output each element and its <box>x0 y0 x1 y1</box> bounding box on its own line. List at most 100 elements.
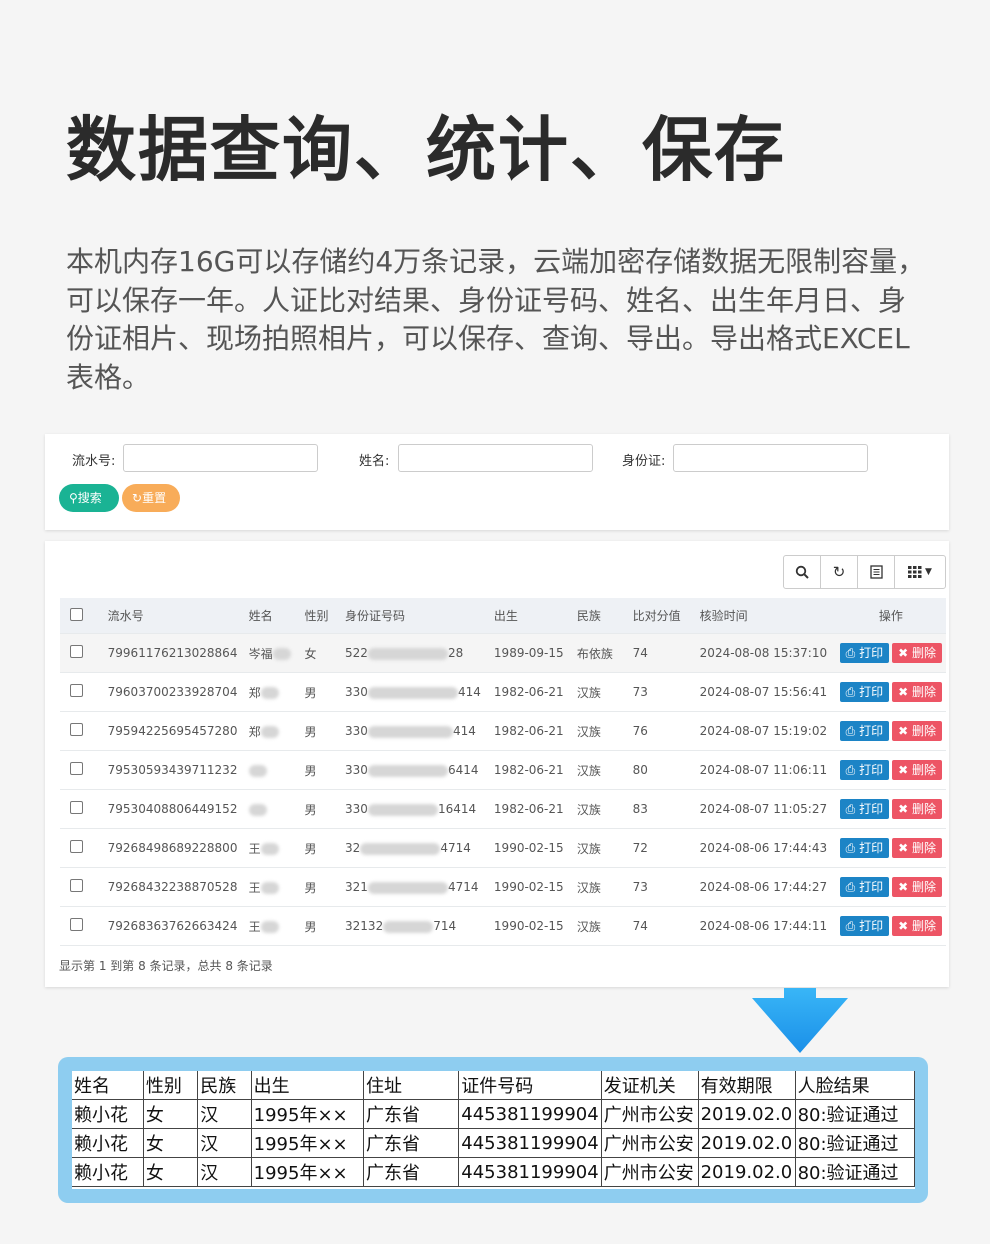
row-checkbox[interactable] <box>70 684 83 697</box>
col-score[interactable]: 比对分值 <box>628 598 696 634</box>
search-button[interactable]: ⚲搜索 <box>59 484 119 512</box>
row-checkbox[interactable] <box>70 723 83 736</box>
cell-score: 80 <box>628 750 696 790</box>
excel-row: 赖小花女汉 1995年×× 广东省 445381199904 广州市公安 2019.02.… <box>72 1157 915 1187</box>
cell-gender: 女 <box>300 633 342 673</box>
table-header-row: 流水号 姓名 性别 身份证号码 出生 民族 比对分值 核验时间 操作 <box>60 598 946 634</box>
col-id[interactable]: 身份证号码 <box>341 598 490 634</box>
redacted-mark <box>367 647 448 660</box>
delete-button[interactable]: ✖ 删除 <box>892 760 942 780</box>
col-name[interactable]: 姓名 <box>244 598 301 634</box>
col-time[interactable]: 核验时间 <box>695 598 836 634</box>
excel-cell: 广东省 <box>362 1157 460 1187</box>
excel-cell: 445381199904 <box>458 1099 602 1129</box>
excel-cell: 汉 <box>197 1157 252 1187</box>
serial-label: 流水号: <box>72 454 116 469</box>
cell-birth: 1982-06-21 <box>489 672 573 712</box>
print-button[interactable]: ⎙ 打印 <box>839 877 890 897</box>
col-gender[interactable]: 性别 <box>300 598 342 634</box>
cell-score: 76 <box>628 711 696 751</box>
grid-icon <box>908 566 922 578</box>
excel-sheet: 姓名 性别 民族 出生 住址 证件号码 发证机关 有效期限 人脸结果 赖小花女汉 1995年×× 广东… <box>72 1071 915 1189</box>
results-panel: ↻ ▼ 流水号 姓名 性别 身份证号码 出生 民族 比对分值 核验时间 操作 7… <box>45 541 949 987</box>
refresh-icon[interactable]: ↻ <box>821 556 858 588</box>
select-all-checkbox[interactable] <box>70 607 83 621</box>
delete-button[interactable]: ✖ 删除 <box>892 643 942 663</box>
row-checkbox[interactable] <box>70 840 83 853</box>
delete-button[interactable]: ✖ 删除 <box>892 877 942 897</box>
delete-button[interactable]: ✖ 删除 <box>892 682 942 702</box>
row-checkbox[interactable] <box>70 645 83 658</box>
cell-ethnic: 布依族 <box>572 633 629 673</box>
redacted-mark <box>367 725 453 738</box>
reset-button[interactable]: ↻重置 <box>122 484 180 512</box>
cell-serial: 79594225695457280 <box>103 711 245 751</box>
col-serial[interactable]: 流水号 <box>103 598 245 634</box>
print-button[interactable]: ⎙ 打印 <box>839 799 890 819</box>
close-icon: ✖ <box>898 802 912 816</box>
name-input[interactable] <box>398 444 593 472</box>
excel-header-cell: 性别 <box>142 1071 199 1100</box>
cell-score: 83 <box>628 789 696 829</box>
serial-input[interactable] <box>123 444 318 472</box>
excel-cell: 女 <box>142 1099 199 1129</box>
print-icon: ⎙ <box>845 724 860 738</box>
row-checkbox[interactable] <box>70 762 83 775</box>
cell-ethnic: 汉族 <box>572 789 629 829</box>
print-button[interactable]: ⎙ 打印 <box>839 682 890 702</box>
excel-cell: 广州市公安 <box>600 1157 699 1187</box>
row-checkbox[interactable] <box>70 801 83 814</box>
close-icon: ✖ <box>898 724 912 738</box>
print-button[interactable]: ⎙ 打印 <box>839 643 890 663</box>
cell-ethnic: 汉族 <box>572 828 629 868</box>
print-icon: ⎙ <box>845 841 860 855</box>
excel-header-cell: 发证机关 <box>600 1071 699 1100</box>
table-row: 79530593439711232 男 330 6414 1982-06-21 汉族 80 2… <box>60 750 946 790</box>
table-row: 79594225695457280 郑男 330 414 1982-06-21 汉族 76 2… <box>60 711 946 751</box>
cell-gender: 男 <box>300 867 342 907</box>
redacted-mark <box>367 881 448 894</box>
cell-time: 2024-08-08 15:37:10 <box>695 633 836 673</box>
down-arrow-icon <box>752 988 848 1053</box>
cell-serial: 79268363762663424 <box>103 906 245 946</box>
print-button[interactable]: ⎙ 打印 <box>839 721 890 741</box>
print-button[interactable]: ⎙ 打印 <box>839 760 890 780</box>
delete-button[interactable]: ✖ 删除 <box>892 721 942 741</box>
excel-cell: 汉 <box>197 1099 252 1129</box>
columns-toggle[interactable]: ▼ <box>895 556 945 588</box>
col-birth[interactable]: 出生 <box>489 598 573 634</box>
redacted-mark <box>367 803 438 816</box>
print-button[interactable]: ⎙ 打印 <box>839 838 890 858</box>
list-icon[interactable] <box>858 556 895 588</box>
delete-button[interactable]: ✖ 删除 <box>892 838 942 858</box>
cell-birth: 1990-02-15 <box>489 906 573 946</box>
excel-header-cell: 证件号码 <box>458 1071 602 1100</box>
cell-name: 王 <box>244 828 301 868</box>
excel-header-cell: 住址 <box>362 1071 460 1100</box>
excel-header-cell: 人脸结果 <box>794 1071 915 1100</box>
delete-button[interactable]: ✖ 删除 <box>892 916 942 936</box>
print-icon: ⎙ <box>845 646 860 660</box>
cell-gender: 男 <box>300 906 342 946</box>
search-icon[interactable] <box>784 556 821 588</box>
cell-id: 522 28 <box>341 633 490 673</box>
close-icon: ✖ <box>898 880 912 894</box>
close-icon: ✖ <box>898 763 912 777</box>
redacted-mark <box>272 648 291 660</box>
delete-button[interactable]: ✖ 删除 <box>892 799 942 819</box>
row-checkbox[interactable] <box>70 918 83 931</box>
excel-cell: 广州市公安 <box>600 1099 699 1129</box>
excel-table: 姓名 性别 民族 出生 住址 证件号码 发证机关 有效期限 人脸结果 赖小花女汉 1995年×× 广东… <box>72 1071 915 1187</box>
cell-time: 2024-08-06 17:44:43 <box>695 828 836 868</box>
cell-score: 73 <box>628 867 696 907</box>
col-ethnic[interactable]: 民族 <box>572 598 629 634</box>
table-row: 79530408806449152 男 330 16414 1982-06-21 汉族 83… <box>60 789 946 829</box>
id-input[interactable] <box>673 444 868 472</box>
excel-header-row: 姓名 性别 民族 出生 住址 证件号码 发证机关 有效期限 人脸结果 <box>72 1071 915 1100</box>
row-checkbox[interactable] <box>70 879 83 892</box>
print-button[interactable]: ⎙ 打印 <box>839 916 890 936</box>
pagination-info: 显示第 1 到第 8 条记录，总共 8 条记录 <box>59 959 273 973</box>
excel-cell: 2019.02.0 <box>697 1099 796 1129</box>
redacted-mark <box>383 920 434 933</box>
excel-cell: 广东省 <box>362 1099 460 1129</box>
